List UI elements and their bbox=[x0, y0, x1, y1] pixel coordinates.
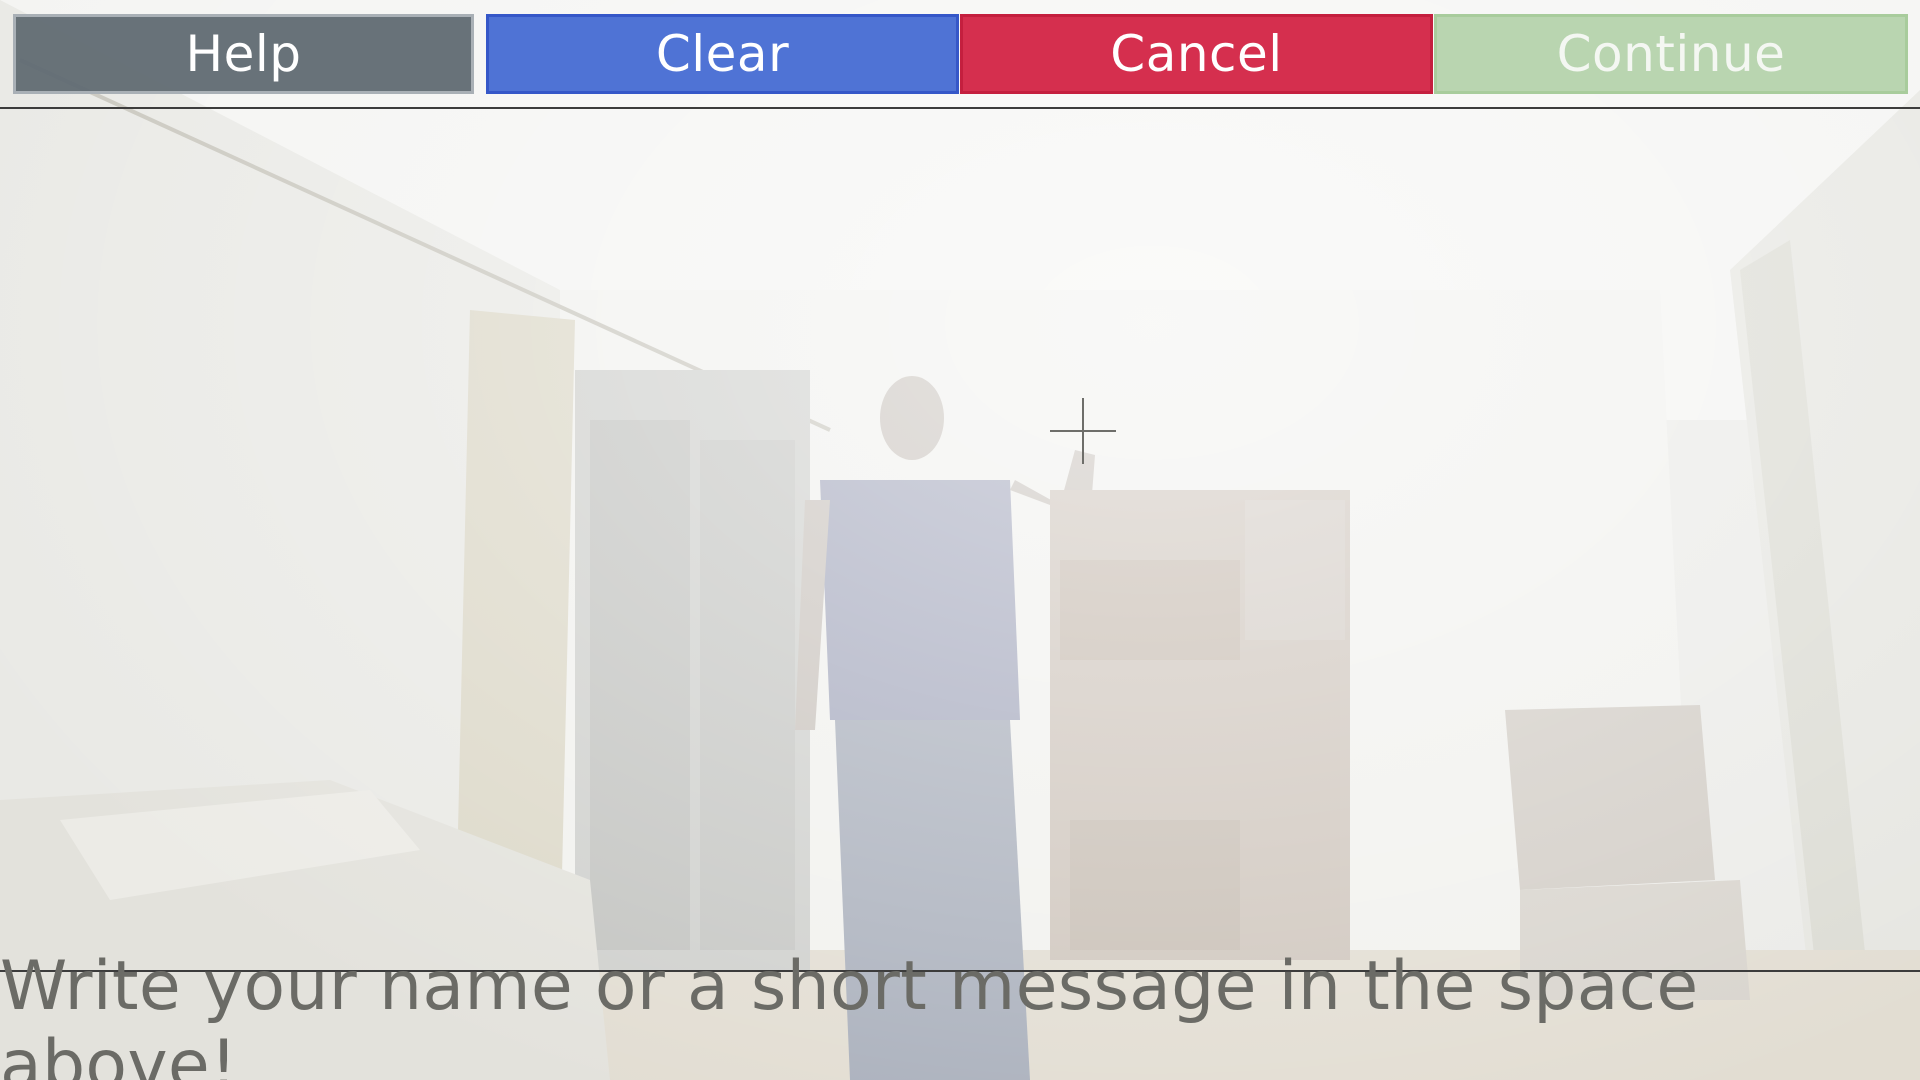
drawing-canvas[interactable] bbox=[0, 109, 1920, 970]
help-button[interactable]: Help bbox=[13, 14, 474, 94]
instruction-text: Write your name or a short message in th… bbox=[0, 947, 1699, 1080]
continue-button[interactable]: Continue bbox=[1434, 14, 1908, 94]
cancel-button[interactable]: Cancel bbox=[960, 14, 1433, 94]
sign-in-screen: Help Clear Cancel Continue Write your na… bbox=[0, 0, 1920, 1080]
clear-button[interactable]: Clear bbox=[486, 14, 959, 94]
